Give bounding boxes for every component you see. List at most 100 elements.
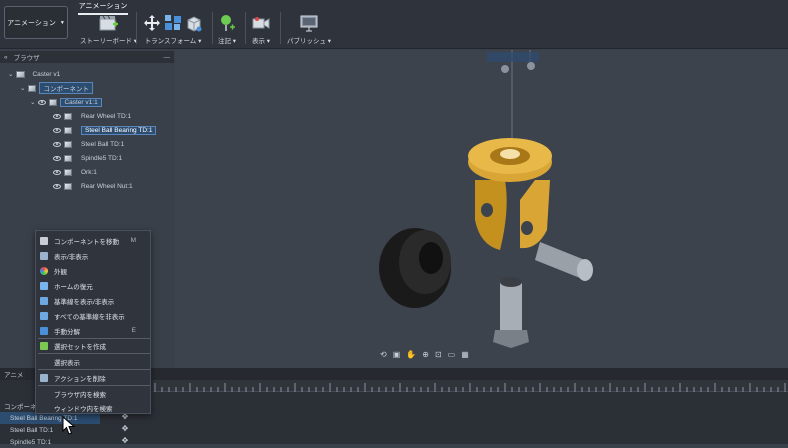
table-row[interactable]: Spindle5 TD:1: [0, 436, 110, 448]
menu-item-label: コンポーネントを移動: [54, 238, 119, 246]
fit-icon[interactable]: ⊡: [435, 350, 442, 359]
appearance-icon: [40, 266, 48, 275]
component-label: Steel Ball TD:1: [81, 140, 125, 148]
move-action-icon[interactable]: ✥: [118, 436, 132, 448]
menu-item-find-in-browser[interactable]: ブラウザ内を検索: [36, 386, 152, 401]
zoom-icon[interactable]: ⊕: [422, 350, 429, 359]
list-item[interactable]: Steel Ball TD:1: [53, 138, 124, 150]
tree-root[interactable]: ⌄ Caster v1: [8, 68, 60, 80]
list-item[interactable]: Ork:1: [53, 166, 97, 178]
assembly-label: Caster v1:1: [60, 97, 102, 107]
list-item[interactable]: Spindle5 TD:1: [53, 152, 122, 164]
eye-icon[interactable]: [53, 183, 61, 189]
ruler-ticks: [154, 383, 786, 392]
minimize-icon[interactable]: —: [164, 54, 171, 61]
component-label: Ork:1: [81, 168, 97, 176]
eye-icon[interactable]: [53, 113, 61, 119]
timeline-row-label: Steel Ball TD:1: [10, 426, 54, 434]
menu-item-find-in-window[interactable]: ウィンドウ内を検索: [36, 400, 152, 415]
menu-item-label: 手動分解: [54, 328, 80, 336]
caster-model: [379, 50, 593, 348]
components-folder-icon: [28, 84, 37, 92]
list-item[interactable]: Rear Wheel Nut:1: [53, 180, 133, 192]
chevron-down-icon: ⌄: [20, 85, 26, 92]
menu-item-label: すべての基準線を非表示: [54, 313, 125, 321]
menu-item-restore-home[interactable]: ホームの復元: [36, 278, 152, 293]
assembly-icon: [49, 98, 58, 106]
eye-icon[interactable]: [53, 155, 61, 161]
move-action-icon[interactable]: ✥: [118, 424, 132, 436]
home-icon: [40, 281, 48, 290]
table-row[interactable]: Steel Ball TD:1: [0, 424, 110, 436]
component-label: Steel Ball Bearing TD:1: [81, 125, 157, 135]
pan-icon[interactable]: ✋: [406, 350, 416, 359]
menu-item-label: 表示/非表示: [54, 253, 89, 261]
trail-lines-icon: [40, 296, 48, 305]
view-group[interactable]: 表示 ▾: [251, 12, 271, 45]
workspace-label: アニメーション: [7, 19, 56, 27]
browser-header: « ブラウザ —: [0, 51, 174, 63]
storyboard-label: ストーリーボード: [80, 38, 132, 45]
eye-icon[interactable]: [53, 141, 61, 147]
menu-item-label: ホームの復元: [54, 283, 93, 291]
tree-assembly[interactable]: ⌄ Caster v1:1: [30, 96, 102, 108]
storyboard-icon: [99, 15, 118, 31]
menu-item-toggle-trail-lines[interactable]: 基準線を表示/非表示: [36, 293, 152, 308]
annotation-label: 注記: [218, 38, 231, 45]
orbit-icon[interactable]: ⟲: [380, 350, 387, 359]
component-icon: [64, 182, 72, 190]
list-item[interactable]: Rear Wheel TD:1: [53, 110, 131, 122]
component-label: Rear Wheel TD:1: [81, 112, 132, 120]
menu-item-delete-action[interactable]: アクションを削除: [36, 370, 152, 385]
visibility-icon: [40, 251, 48, 260]
menu-item-move-component[interactable]: コンポーネントを移動 M: [36, 233, 152, 248]
component-label: Spindle5 TD:1: [81, 154, 123, 162]
eye-icon[interactable]: [38, 99, 47, 105]
menu-item-show-hide[interactable]: 表示/非表示: [36, 248, 152, 263]
view-label: 表示: [251, 38, 265, 45]
component-icon: [64, 112, 72, 120]
menu-item-label: ブラウザ内を検索: [54, 391, 106, 399]
eye-icon[interactable]: [53, 127, 61, 133]
component-icon: [64, 154, 72, 162]
publish-group[interactable]: パブリッシュ ▾: [287, 12, 331, 45]
storyboard-group[interactable]: ストーリーボード ▾: [80, 12, 137, 45]
3d-viewport[interactable]: [175, 50, 788, 368]
component-label: Rear Wheel Nut:1: [81, 182, 133, 190]
move-icon: [40, 236, 48, 245]
menu-item-label: ウィンドウ内を検索: [54, 405, 113, 413]
timeline-ruler[interactable]: [153, 380, 788, 392]
menu-item-label: 選択セットを作成: [54, 343, 106, 351]
tree-components[interactable]: ⌄ コンポーネント: [20, 82, 93, 94]
component-icon: [64, 140, 72, 148]
menu-item-selection-display[interactable]: 選択表示: [36, 354, 152, 369]
menu-item-shortcut: E: [131, 327, 136, 334]
component-icon: [64, 168, 72, 176]
publish-label: パブリッシュ: [287, 38, 326, 45]
look-at-icon[interactable]: ▣: [393, 350, 401, 359]
component-icon: [64, 126, 72, 134]
move-icon: [144, 15, 160, 31]
grid-icon[interactable]: ▦: [461, 350, 469, 359]
list-item[interactable]: Steel Ball Bearing TD:1: [53, 124, 157, 136]
timeline-row-label: Spindle5 TD:1: [10, 438, 52, 446]
document-icon: [16, 70, 26, 78]
publish-video-icon: [300, 15, 318, 32]
workspace-switcher[interactable]: アニメーション ▼: [4, 6, 68, 39]
annotation-group[interactable]: 注記 ▾: [218, 12, 236, 45]
selection-set-icon: [40, 341, 48, 350]
chevron-down-icon: ▼: [59, 19, 65, 26]
menu-item-manual-explode[interactable]: 手動分解 E: [36, 323, 152, 338]
menu-item-create-selection-set[interactable]: 選択セットを作成: [36, 338, 152, 353]
components-label: コンポーネント: [39, 82, 93, 94]
display-settings-icon[interactable]: ▭: [448, 350, 456, 359]
menu-item-appearance[interactable]: 外観: [36, 263, 152, 278]
menu-item-shortcut: M: [130, 237, 136, 244]
menu-item-hide-all-trail-lines[interactable]: すべての基準線を非表示: [36, 308, 152, 323]
annotation-pin-icon: [221, 15, 236, 31]
transform-group[interactable]: トランスフォーム ▾: [143, 12, 203, 45]
eye-icon[interactable]: [53, 169, 61, 175]
explode-icon: [165, 15, 181, 30]
collapse-icon[interactable]: «: [4, 54, 8, 61]
hide-lines-icon: [40, 311, 48, 320]
